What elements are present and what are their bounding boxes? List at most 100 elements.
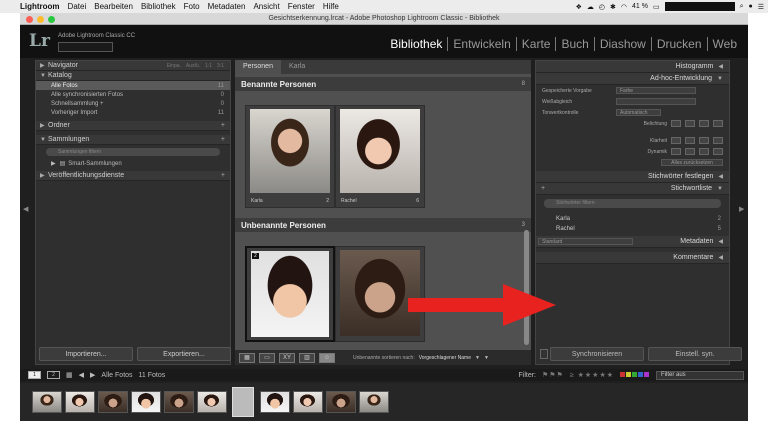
bluetooth-icon[interactable]: ✱ [610, 3, 616, 11]
creative-cloud-icon[interactable]: ☁ [587, 3, 594, 11]
back-arrow-icon[interactable]: ◀ [79, 371, 84, 379]
zoom-fill[interactable]: Ausfü. [186, 63, 200, 69]
right-panel-toggle-icon[interactable]: ▶ [739, 205, 744, 213]
module-library[interactable]: Bibliothek [385, 37, 449, 51]
filmstrip-thumbnail[interactable] [260, 391, 290, 413]
module-book[interactable]: Buch [556, 37, 595, 51]
catalog-row-all-photos[interactable]: Alle Fotos 11 [36, 81, 230, 90]
siri-icon[interactable]: ● [748, 3, 752, 10]
filmstrip-source[interactable]: Alle Fotos [101, 372, 132, 379]
add-keyword-icon[interactable]: + [536, 185, 545, 192]
metadata-preset-select[interactable]: Standard [538, 238, 633, 245]
menu-file[interactable]: Datei [68, 2, 87, 11]
white-balance-select[interactable] [616, 98, 696, 105]
add-publish-service-icon[interactable]: + [221, 172, 225, 179]
vibrance-decrease[interactable] [685, 148, 695, 155]
person-card-rachel[interactable]: Rachel 6 [335, 105, 425, 208]
sync-settings-button[interactable]: Einstell. syn. [648, 347, 742, 361]
filmstrip-thumbnail[interactable] [65, 391, 95, 413]
saved-preset-select[interactable]: Farbe [616, 87, 696, 94]
filmstrip-thumbnail[interactable] [98, 391, 128, 413]
exposure-increase[interactable] [699, 120, 709, 127]
filmstrip-thumbnail[interactable] [359, 391, 389, 413]
keyword-list-header[interactable]: + Stichwortliste ▼ [536, 183, 729, 195]
catalog-row-quick-collection[interactable]: Schnellsammlung + 0 [36, 99, 230, 108]
vibrance-decrease-large[interactable] [671, 148, 681, 155]
filmstrip-thumbnail-selected[interactable] [232, 387, 254, 417]
secondary-display-button[interactable]: 2 [47, 371, 60, 379]
filmstrip-thumbnail[interactable] [326, 391, 356, 413]
sort-dropdown[interactable]: Vorgeschlagener Name [419, 355, 471, 361]
menu-library[interactable]: Bibliothek [141, 2, 176, 11]
filmstrip-thumbnail[interactable] [32, 391, 62, 413]
clarity-decrease[interactable] [685, 137, 695, 144]
menu-edit[interactable]: Bearbeiten [94, 2, 133, 11]
catalog-header[interactable]: ▼ Katalog [36, 71, 230, 81]
auto-tone-button[interactable]: Automatisch [616, 109, 661, 116]
tab-person-karla[interactable]: Karla [281, 60, 313, 74]
publish-services-header[interactable]: ▶ Veröffentlichungsdienste + [36, 171, 230, 181]
collections-search-input[interactable]: Sammlungen filtern [46, 148, 220, 156]
menu-window[interactable]: Fenster [288, 2, 315, 11]
color-label-filters[interactable] [620, 371, 650, 379]
search-icon[interactable]: ⌕ [740, 3, 744, 11]
exposure-increase-large[interactable] [713, 120, 723, 127]
keyword-search-input[interactable]: Stichwörter filtern [544, 199, 721, 208]
zoom-1-1[interactable]: 1:1 [205, 63, 212, 69]
flag-filter-icons[interactable]: ⚑⚑⚑ [542, 371, 564, 379]
module-web[interactable]: Web [708, 37, 742, 51]
sync-toggle-switch[interactable] [540, 349, 548, 359]
module-slideshow[interactable]: Diashow [595, 37, 652, 51]
left-panel-toggle-icon[interactable]: ◀ [23, 205, 28, 213]
filter-preset-dropdown[interactable]: Filter aus [656, 370, 744, 380]
add-folder-icon[interactable]: + [221, 122, 225, 129]
reset-all-button[interactable]: Alles zurücksetzen [661, 159, 723, 166]
clarity-increase-large[interactable] [713, 137, 723, 144]
loupe-view-icon[interactable]: ▭ [259, 352, 275, 363]
import-button[interactable]: Importieren... [39, 347, 133, 361]
menu-metadata[interactable]: Metadaten [208, 2, 246, 11]
filmstrip-thumbnail[interactable] [197, 391, 227, 413]
primary-display-button[interactable]: 1 [28, 371, 41, 379]
compare-view-icon[interactable]: XY [279, 352, 295, 363]
battery-icon[interactable]: ▭ [653, 3, 660, 11]
module-map[interactable]: Karte [517, 37, 557, 51]
wifi-icon[interactable]: ◠ [621, 3, 627, 11]
zoom-fit[interactable]: Einpa. [167, 63, 181, 69]
notification-center-icon[interactable]: ☰ [758, 3, 764, 11]
export-button[interactable]: Exportieren... [137, 347, 231, 361]
collections-header[interactable]: ▼ Sammlungen + [36, 135, 230, 145]
keyword-row-rachel[interactable]: Rachel 5 [536, 224, 729, 234]
sync-button[interactable]: Synchronisieren [550, 347, 644, 361]
menu-help[interactable]: Hilfe [323, 2, 339, 11]
people-view-icon[interactable]: ☺ [319, 352, 335, 363]
filmstrip-thumbnail[interactable] [131, 391, 161, 413]
filmstrip-count[interactable]: 11 Fotos [139, 372, 166, 379]
grid-icon[interactable]: ▦ [66, 371, 73, 379]
person-card-karla[interactable]: Karla 2 [245, 105, 335, 208]
module-print[interactable]: Drucken [652, 37, 708, 51]
time-machine-icon[interactable]: ◴ [599, 3, 605, 11]
minimize-window-icon[interactable] [37, 16, 44, 23]
app-menu[interactable]: Lightroom [20, 2, 60, 11]
exposure-decrease-large[interactable] [671, 120, 681, 127]
menu-photo[interactable]: Foto [184, 2, 200, 11]
zoom-window-icon[interactable] [48, 16, 55, 23]
quick-develop-header[interactable]: Ad-hoc-Entwicklung ▼ [536, 73, 729, 85]
filmstrip-thumbnail[interactable] [164, 391, 194, 413]
close-window-icon[interactable] [26, 16, 33, 23]
menu-view[interactable]: Ansicht [253, 2, 279, 11]
module-develop[interactable]: Entwickeln [448, 37, 517, 51]
catalog-row-synced[interactable]: Alle synchronisierten Fotos 0 [36, 90, 230, 99]
histogram-header[interactable]: Histogramm ◀ [536, 61, 729, 73]
forward-arrow-icon[interactable]: ▶ [90, 371, 95, 379]
survey-view-icon[interactable]: ▥ [299, 352, 315, 363]
catalog-row-previous-import[interactable]: Vorheriger Import 11 [36, 108, 230, 117]
toolbar-menu-icon[interactable]: ▼ [484, 355, 489, 361]
comments-header[interactable]: Kommentare ◀ [536, 252, 729, 264]
grid-view-icon[interactable]: ▦ [239, 352, 255, 363]
vibrance-increase-large[interactable] [713, 148, 723, 155]
keyword-row-karla[interactable]: Karla 2 [536, 214, 729, 224]
vibrance-increase[interactable] [699, 148, 709, 155]
smart-collections-row[interactable]: ▶ ▤ Smart-Sammlungen [36, 159, 230, 168]
